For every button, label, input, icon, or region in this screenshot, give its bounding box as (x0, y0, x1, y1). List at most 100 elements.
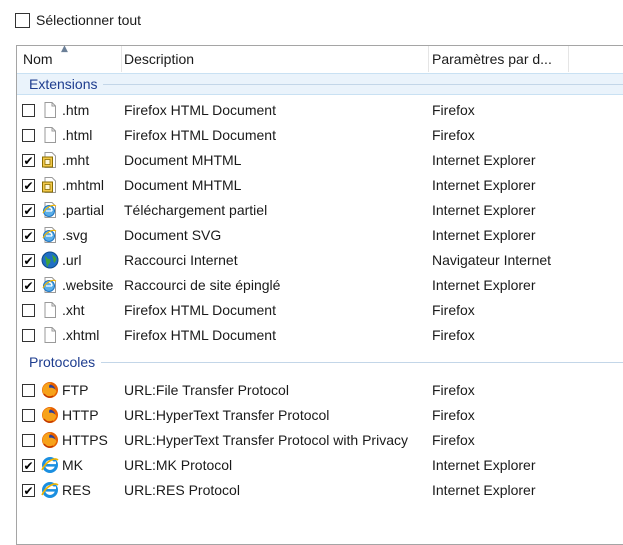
list-item[interactable]: FTP URL:File Transfer Protocol Firefox (17, 378, 623, 403)
list-item[interactable]: HTTP URL:HyperText Transfer Protocol Firef… (17, 403, 623, 428)
item-name: RES (62, 482, 91, 498)
item-default-program: Firefox (432, 382, 475, 398)
row-checkbox[interactable]: ✔ (22, 229, 35, 242)
blank-doc-icon (41, 326, 59, 344)
item-name: .xhtml (62, 327, 100, 343)
row-checkbox[interactable]: ✔ (22, 484, 35, 497)
row-checkbox[interactable] (22, 104, 35, 117)
firefox-icon (41, 431, 59, 449)
firefox-icon (41, 406, 59, 424)
list-item[interactable]: .htm Firefox HTML Document Firefox (17, 98, 623, 123)
item-name: FTP (62, 382, 89, 398)
item-default-program: Firefox (432, 302, 475, 318)
item-name: .html (62, 127, 93, 143)
row-checkbox[interactable] (22, 384, 35, 397)
mht-doc-icon (41, 151, 59, 169)
column-name-label: Nom (23, 51, 53, 67)
list-item[interactable]: ✔ RES URL:RES Protocol Internet Explorer (17, 478, 623, 503)
blank-doc-icon (41, 101, 59, 119)
column-header-description[interactable]: Description (116, 46, 429, 72)
select-all-label: Sélectionner tout (36, 12, 142, 28)
sort-ascending-icon: ▲ (61, 44, 68, 54)
group-divider (101, 362, 623, 363)
item-name: HTTP (62, 407, 99, 423)
item-default-program: Internet Explorer (432, 227, 536, 243)
item-name: .svg (62, 227, 88, 243)
blank-doc-icon (41, 301, 59, 319)
item-description: Document MHTML (124, 177, 242, 193)
list-item[interactable]: .xht Firefox HTML Document Firefox (17, 298, 623, 323)
item-name: .mhtml (62, 177, 104, 193)
item-description: URL:MK Protocol (124, 457, 233, 473)
item-description: Firefox HTML Document (124, 102, 276, 118)
list-item[interactable]: ✔ .mhtml Document MHTML Internet Explorer (17, 173, 623, 198)
item-default-program: Firefox (432, 127, 475, 143)
item-default-program: Internet Explorer (432, 482, 536, 498)
item-default-program: Navigateur Internet (432, 252, 552, 268)
select-all-checkbox[interactable] (15, 12, 30, 28)
item-description: URL:File Transfer Protocol (124, 382, 289, 398)
mht-doc-icon (41, 176, 59, 194)
list-item[interactable]: ✔ MK URL:MK Protocol Internet Explorer (17, 453, 623, 478)
row-checkbox[interactable]: ✔ (22, 204, 35, 217)
firefox-icon (41, 381, 59, 399)
row-checkbox[interactable]: ✔ (22, 459, 35, 472)
item-name: .xht (62, 302, 85, 318)
list-item[interactable]: ✔ .partial Téléchargement partiel Internet … (17, 198, 623, 223)
item-default-program: Internet Explorer (432, 457, 536, 473)
row-checkbox[interactable] (22, 329, 35, 342)
column-header-default[interactable]: Paramètres par d... (429, 46, 569, 72)
item-name: HTTPS (62, 432, 108, 448)
column-description-label: Description (124, 51, 195, 67)
item-description: Firefox HTML Document (124, 302, 276, 318)
item-name: .mht (62, 152, 90, 168)
list-item[interactable]: .html Firefox HTML Document Firefox (17, 123, 623, 148)
item-name: .htm (62, 102, 90, 118)
blank-doc-icon (41, 126, 59, 144)
row-checkbox[interactable] (22, 434, 35, 447)
item-description: Raccourci Internet (124, 252, 238, 268)
row-checkbox[interactable] (22, 409, 35, 422)
select-all[interactable]: Sélectionner tout (15, 11, 141, 29)
item-name: .url (62, 252, 82, 268)
item-description: URL:HyperText Transfer Protocol (124, 407, 330, 423)
item-default-program: Firefox (432, 102, 475, 118)
item-default-program: Firefox (432, 407, 475, 423)
list-item[interactable]: ✔ .mht Document MHTML Internet Explorer (17, 148, 623, 173)
item-description: Raccourci de site épinglé (124, 277, 281, 293)
item-description: Firefox HTML Document (124, 127, 276, 143)
item-default-program: Internet Explorer (432, 152, 536, 168)
ie-icon (41, 481, 59, 499)
ie-icon (41, 456, 59, 474)
list-item[interactable]: ✔ .website Raccourci de site épinglé Intern… (17, 273, 623, 298)
list-item[interactable]: .xhtml Firefox HTML Document Firefox (17, 323, 623, 348)
item-description: URL:RES Protocol (124, 482, 240, 498)
row-checkbox[interactable]: ✔ (22, 254, 35, 267)
row-checkbox[interactable] (22, 129, 35, 142)
group-header-1[interactable]: Protocoles (17, 352, 623, 374)
list-item[interactable]: ✔ .svg Document SVG Internet Explorer (17, 223, 623, 248)
list-item[interactable]: ✔ .url Raccourci Internet Navigateur Intern… (17, 248, 623, 273)
group-label: Extensions (29, 76, 98, 92)
ie-doc-icon (41, 201, 59, 219)
list-item[interactable]: HTTPS URL:HyperText Transfer Protocol wit… (17, 428, 623, 453)
item-default-program: Internet Explorer (432, 177, 536, 193)
column-default-label: Paramètres par d... (432, 51, 552, 67)
item-default-program: Internet Explorer (432, 277, 536, 293)
group-label: Protocoles (29, 354, 96, 370)
row-checkbox[interactable]: ✔ (22, 154, 35, 167)
item-default-program: Firefox (432, 327, 475, 343)
item-description: Téléchargement partiel (124, 202, 268, 218)
row-checkbox[interactable]: ✔ (22, 279, 35, 292)
item-default-program: Firefox (432, 432, 475, 448)
row-checkbox[interactable]: ✔ (22, 179, 35, 192)
item-description: URL:HyperText Transfer Protocol with Pri… (124, 432, 408, 448)
list-header: Nom ▲ Description Paramètres par d... (17, 44, 623, 73)
item-description: Document MHTML (124, 152, 242, 168)
column-header-name[interactable]: Nom ▲ (17, 44, 122, 72)
row-checkbox[interactable] (22, 304, 35, 317)
item-description: Document SVG (124, 227, 222, 243)
group-header-0[interactable]: Extensions (17, 73, 623, 95)
associations-list[interactable]: Nom ▲ Description Paramètres par d... Ex… (16, 44, 623, 545)
item-name: .partial (62, 202, 105, 218)
